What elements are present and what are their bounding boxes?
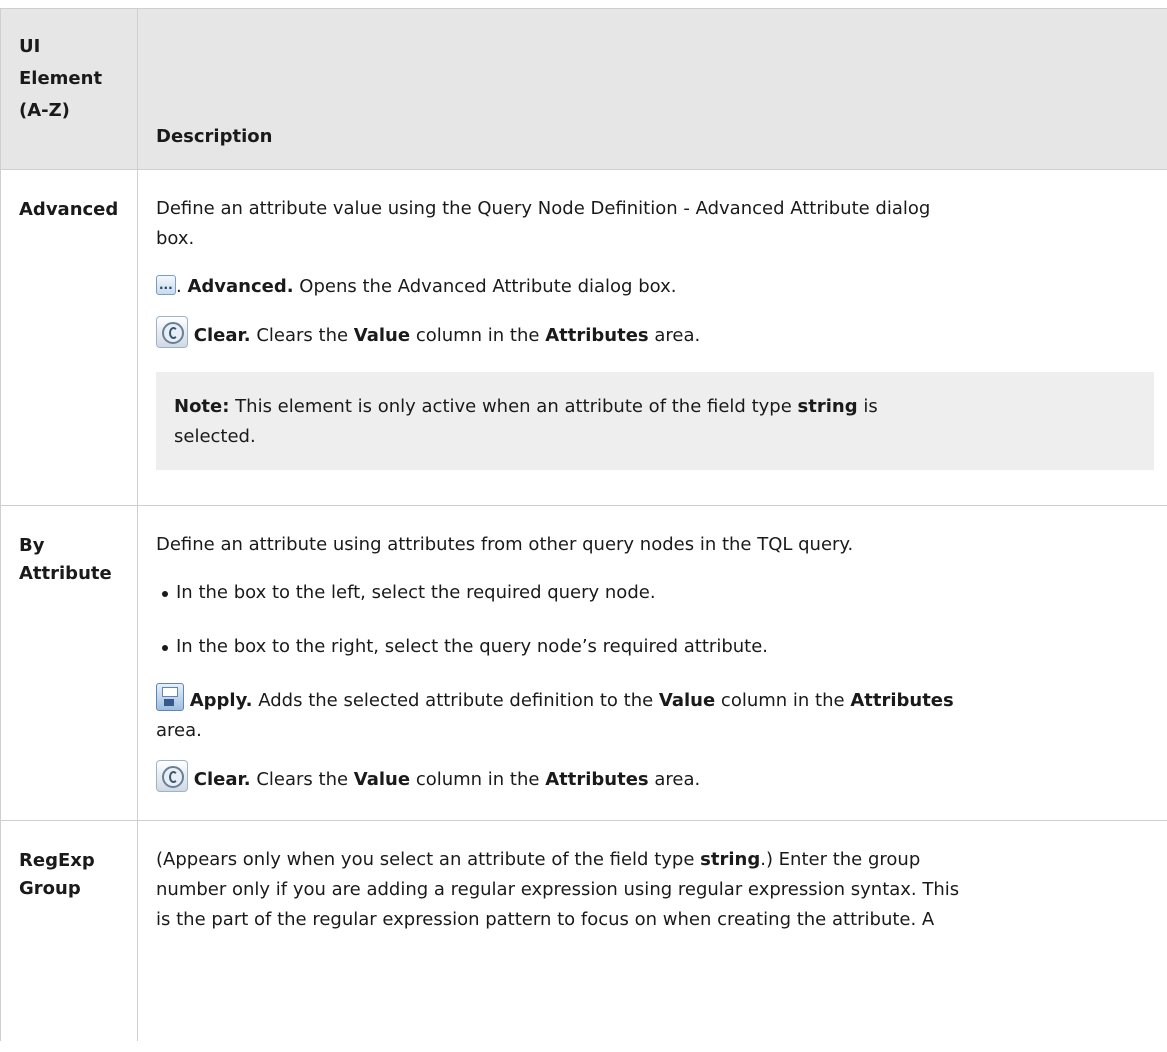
row-name: RegExp Group [19, 821, 137, 903]
value-bold: Value [353, 769, 411, 790]
row-description-cell: Define an attribute using attributes fro… [138, 506, 1167, 820]
value-bold: Value [353, 325, 411, 346]
apply-button-desc: Apply. Adds the selected attribute defin… [156, 683, 1150, 746]
by-attribute-definition: Define an attribute using attributes fro… [156, 534, 854, 555]
row-name-line2: Attribute [19, 563, 112, 584]
row-name-cell: By Attribute [1, 506, 138, 820]
clear-bold: Clear. [193, 325, 251, 346]
apply-bold: Apply. [189, 690, 253, 711]
regexp-text: .) Enter the group [760, 849, 921, 870]
attributes-bold: Attributes [545, 769, 649, 790]
advanced-desc-line2: box. [156, 228, 195, 249]
advanced-desc-line1: Define an attribute value using the Quer… [156, 198, 931, 219]
note-label: Note: [174, 396, 230, 417]
attributes-bold: Attributes [545, 325, 649, 346]
note-box: Note: This element is only active when a… [156, 372, 1154, 470]
save-icon[interactable] [156, 683, 184, 711]
clear-icon[interactable] [156, 760, 188, 792]
value-bold: Value [658, 690, 716, 711]
row-name-cell: Advanced [1, 170, 138, 505]
clear-text: Clears the [250, 325, 354, 346]
clear-button-desc: Clear. Clears the Value column in the At… [156, 316, 1150, 352]
table-row-by-attribute: By Attribute Define an attribute using a… [1, 506, 1167, 821]
clear-text: area. [648, 325, 701, 346]
table-row-advanced: Advanced Define an attribute value using… [1, 170, 1167, 506]
apply-text: area. [156, 720, 202, 741]
clear-icon[interactable] [156, 316, 188, 348]
row-name-line2: Group [19, 878, 81, 899]
row-name: Advanced [19, 199, 119, 220]
header-ui-line1: UI [19, 36, 41, 57]
bullet-list: In the box to the left, select the requi… [156, 578, 1150, 662]
ellipsis-icon[interactable] [156, 270, 176, 300]
regexp-text: (Appears only when you select an attribu… [156, 849, 701, 870]
regexp-text: is the part of the regular expression pa… [156, 909, 935, 930]
regexp-description: (Appears only when you select an attribu… [156, 821, 1150, 935]
row-description-cell: (Appears only when you select an attribu… [138, 821, 1167, 1041]
icon-suffix: . [176, 276, 188, 297]
apply-text: Adds the selected attribute definition t… [252, 690, 659, 711]
header-ui-element: UI Element (A-Z) [1, 9, 138, 169]
clear-bold: Clear. [193, 769, 251, 790]
list-item: In the box to the left, select the requi… [162, 578, 1150, 608]
header-ui-line2: Element [19, 68, 103, 89]
string-bold: string [700, 849, 761, 870]
note-text: is [857, 396, 878, 417]
regexp-text: number only if you are adding a regular … [156, 879, 960, 900]
header-ui-line3: (A-Z) [19, 100, 70, 121]
note-string-bold: string [797, 396, 858, 417]
header-description-cell: Description [138, 9, 1167, 169]
row-name-cell: RegExp Group [1, 821, 138, 1041]
advanced-bold: Advanced. [187, 276, 294, 297]
table-row-regexp-group: RegExp Group (Appears only when you sele… [1, 821, 1167, 1041]
note-text: selected. [174, 426, 256, 447]
header-description: Description [156, 126, 273, 147]
advanced-text: Opens the Advanced Attribute dialog box. [293, 276, 677, 297]
row-name-line1: RegExp [19, 850, 95, 871]
ui-element-table: UI Element (A-Z) Description Advanced De… [0, 8, 1167, 1041]
note-text: This element is only active when an attr… [229, 396, 798, 417]
clear-text: area. [648, 769, 701, 790]
list-item: In the box to the right, select the quer… [162, 632, 1150, 662]
clear-text: column in the [410, 769, 546, 790]
clear-text: Clears the [250, 769, 354, 790]
attributes-bold: Attributes [850, 690, 954, 711]
row-name: By Attribute [19, 506, 137, 588]
table-header-row: UI Element (A-Z) Description [1, 8, 1167, 170]
clear-text: column in the [410, 325, 546, 346]
row-name-line1: By [19, 535, 45, 556]
row-description-cell: Define an attribute value using the Quer… [138, 170, 1167, 505]
advanced-definition: Define an attribute value using the Quer… [156, 170, 1150, 254]
advanced-button-desc: . Advanced. Opens the Advanced Attribute… [156, 270, 1150, 302]
apply-text: column in the [715, 690, 851, 711]
clear-button-desc: Clear. Clears the Value column in the At… [156, 760, 1150, 796]
